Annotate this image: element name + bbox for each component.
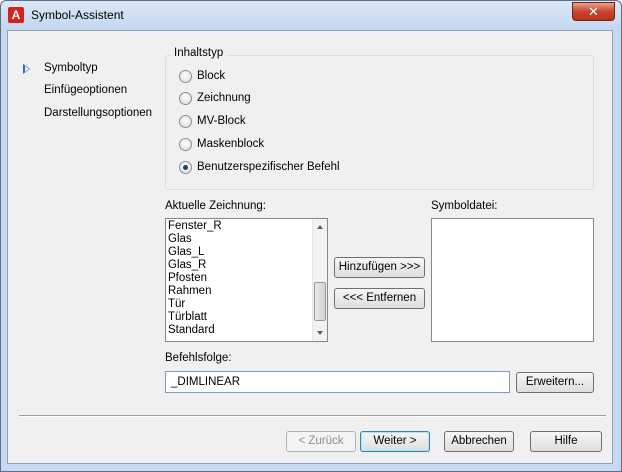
list-item[interactable]: Pfosten [168,272,222,285]
list-item[interactable]: Standard [168,324,222,337]
symbol-file-label: Symboldatei: [431,200,498,212]
add-button[interactable]: Hinzufügen >>> [334,257,425,278]
close-icon: ✕ [588,4,599,19]
list-item[interactable]: Tür [168,298,222,311]
title-bar[interactable]: A Symbol-Assistent ✕ [1,1,621,31]
next-button[interactable]: Weiter > [360,431,430,452]
radio-button-checked[interactable] [179,161,192,174]
radio-label-mv-block: MV-Block [197,115,246,127]
current-drawing-label: Aktuelle Zeichnung: [165,200,267,212]
window-title: Symbol-Assistent [31,8,124,22]
remove-button[interactable]: <<< Entfernen [334,288,425,309]
radio-label-block: Block [197,70,226,82]
radio-label-benutzerspezifischer-befehl: Benutzerspezifischer Befehl [197,161,340,173]
radio-button[interactable] [179,115,192,128]
footer-separator [19,415,606,417]
close-button[interactable]: ✕ [572,2,615,21]
autocad-icon[interactable]: A [8,7,24,23]
nav-item-symboltyp[interactable]: Symboltyp [44,62,98,74]
current-drawing-items: Fenster_R Glas Glas_L Glas_R Pfosten Rahmen Tü… [168,220,222,337]
nav-item-darstellungsoptionen[interactable]: Darstellungsoptionen [44,107,152,119]
expand-button[interactable]: Erweitern... [516,372,594,393]
list-item[interactable]: Türblatt [168,311,222,324]
current-drawing-scrollbar[interactable] [312,219,327,341]
list-item[interactable]: Glas_R [168,259,222,272]
list-item[interactable]: Glas_L [168,246,222,259]
radio-button[interactable] [179,138,192,151]
list-item[interactable]: Rahmen [168,285,222,298]
radio-button[interactable] [179,70,192,83]
nav-item-einfuegeoptionen[interactable]: Einfügeoptionen [44,84,127,96]
command-sequence-label: Befehlsfolge: [165,352,232,364]
radio-label-maskenblock: Maskenblock [197,138,265,150]
cancel-button[interactable]: Abbrechen [444,431,514,452]
back-button[interactable]: < Zurück [286,431,356,452]
symbol-file-list[interactable] [431,218,594,342]
radio-button[interactable] [179,92,192,105]
current-drawing-list[interactable]: Fenster_R Glas Glas_L Glas_R Pfosten Rahmen Tü… [165,218,328,342]
list-item[interactable]: Glas [168,233,222,246]
scroll-up-icon[interactable] [317,225,323,229]
list-item[interactable]: Fenster_R [168,220,222,233]
scroll-thumb[interactable] [314,282,326,321]
command-sequence-input[interactable]: _DIMLINEAR [165,371,510,393]
scroll-down-icon[interactable] [317,331,323,335]
content-type-title: Inhaltstyp [171,47,227,59]
radio-label-zeichnung: Zeichnung [197,92,251,104]
help-button[interactable]: Hilfe [530,431,602,452]
